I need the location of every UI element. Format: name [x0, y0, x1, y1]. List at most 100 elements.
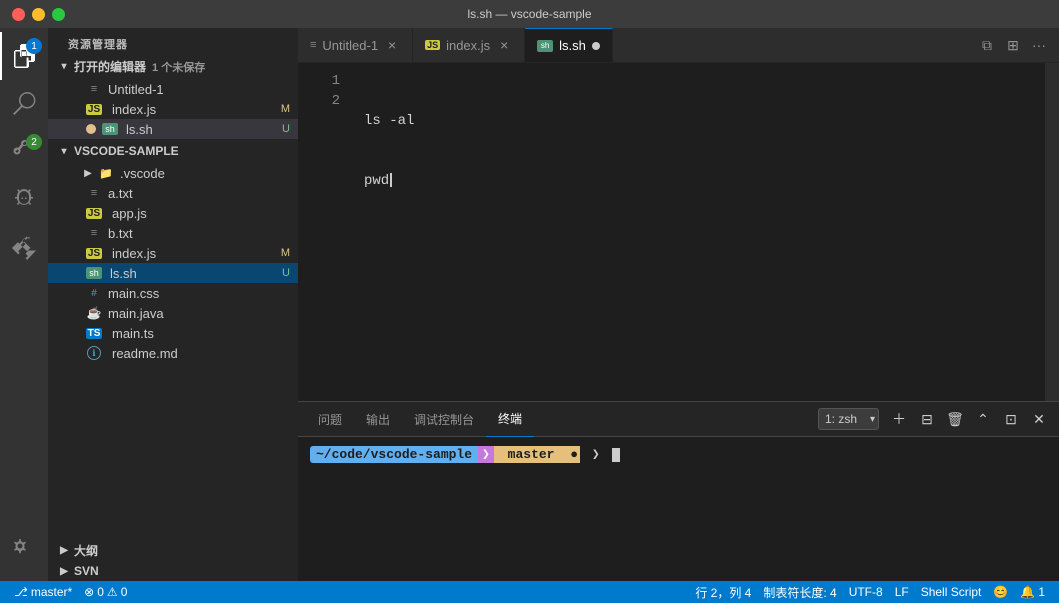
activity-bottom — [0, 525, 48, 581]
status-encoding[interactable]: UTF-8 — [843, 581, 889, 603]
open-editor-indexjs-badge: M — [281, 103, 290, 115]
prompt-git-sep: ❯ — [478, 446, 494, 463]
minimize-button[interactable] — [32, 8, 45, 21]
open-editors-header[interactable]: ▾ 打开的编辑器 1 个未保存 — [48, 56, 298, 77]
terminal-tabs: 问题 输出 调试控制台 终端 1: zsh ▾ — [298, 402, 1059, 437]
term-add-button[interactable]: ＋ — [887, 407, 911, 431]
editor-content[interactable]: 1 2 ls -al pwd — [298, 63, 1059, 401]
file-lssh[interactable]: sh ls.sh U — [48, 263, 298, 283]
split-editor-button[interactable]: ⧉ — [975, 33, 999, 57]
project-label: VSCODE-SAMPLE — [74, 144, 179, 158]
maximize-button[interactable] — [52, 8, 65, 21]
status-language[interactable]: Shell Script — [915, 581, 988, 603]
activity-settings[interactable] — [0, 525, 48, 573]
svn-header[interactable]: ▶ SVN — [48, 561, 298, 581]
tab-untitled-icon: ≡ — [310, 39, 316, 51]
term-actions: ＋ ⊟ 🗑 ⌃ ⊡ ✕ — [887, 407, 1051, 431]
titlebar: ls.sh — vscode-sample — [0, 0, 1059, 28]
open-editor-untitled-name: Untitled-1 — [108, 82, 164, 97]
status-emoji[interactable]: 😊 — [987, 581, 1014, 603]
tab-untitled-close[interactable]: × — [384, 37, 400, 53]
file-indexjs-badge: M — [281, 247, 290, 259]
btxt-icon: ≡ — [86, 225, 102, 241]
file-appjs[interactable]: JS app.js — [48, 203, 298, 223]
term-tab-debug[interactable]: 调试控制台 — [402, 402, 486, 437]
terminal-content[interactable]: ~/code/vscode-sample❯ master ● ❯ — [298, 437, 1059, 581]
status-lineending[interactable]: LF — [889, 581, 915, 603]
sidebar-bottom-groups: ▶ 大纲 ▶ SVN — [48, 540, 298, 581]
term-panel-button[interactable]: ⊡ — [999, 407, 1023, 431]
file-indexjs[interactable]: JS index.js M — [48, 243, 298, 263]
more-button[interactable]: ··· — [1027, 33, 1051, 57]
file-btxt-name: b.txt — [108, 226, 133, 241]
file-maincss-name: main.css — [108, 286, 159, 301]
tab-lssh-dirty — [592, 42, 600, 50]
open-editors-chevron: ▾ — [56, 59, 72, 75]
terminal-prompt-line: ~/code/vscode-sample❯ master ● ❯ — [310, 445, 1047, 465]
open-editor-indexjs[interactable]: JS index.js M — [48, 99, 298, 119]
activity-bar: 1 2 — [0, 28, 48, 581]
status-branch[interactable]: ⎇ master* — [8, 581, 78, 603]
tab-indexjs-label: index.js — [446, 38, 490, 53]
terminal-area: 问题 输出 调试控制台 终端 1: zsh ▾ — [298, 401, 1059, 581]
close-button[interactable] — [12, 8, 25, 21]
file-btxt[interactable]: ≡ b.txt — [48, 223, 298, 243]
project-header[interactable]: ▾ VSCODE-SAMPLE — [48, 141, 298, 161]
warning-icon: ⚠ — [107, 585, 118, 599]
file-maints[interactable]: TS main.ts — [48, 323, 298, 343]
file-vscode[interactable]: ▶ 📁 .vscode — [48, 163, 298, 183]
tab-lssh[interactable]: sh ls.sh — [525, 28, 613, 62]
project-files: ▶ 📁 .vscode ≡ a.txt JS app.js ≡ b.txt JS… — [48, 161, 298, 365]
maincss-icon: # — [86, 285, 102, 301]
file-mainjava[interactable]: ☕ main.java — [48, 303, 298, 323]
tab-untitled[interactable]: ≡ Untitled-1 × — [298, 28, 413, 62]
tab-indexjs-close[interactable]: × — [496, 37, 512, 53]
file-maints-name: main.ts — [112, 326, 154, 341]
term-tab-output-label: 输出 — [366, 411, 390, 428]
activity-extensions[interactable] — [0, 224, 48, 272]
cursor — [612, 448, 620, 462]
file-appjs-name: app.js — [112, 206, 147, 221]
status-position[interactable]: 行 2，列 4 — [689, 581, 757, 603]
layout-button[interactable]: ⊞ — [1001, 33, 1025, 57]
readmemd-icon: ℹ — [86, 345, 102, 361]
term-tab-problems[interactable]: 问题 — [306, 402, 354, 437]
open-editors-badge: 1 个未保存 — [152, 59, 205, 75]
file-atxt[interactable]: ≡ a.txt — [48, 183, 298, 203]
prompt-dot: ● — [568, 446, 580, 463]
tab-indexjs[interactable]: JS index.js × — [413, 28, 525, 62]
file-indexjs-name: index.js — [112, 246, 156, 261]
files-badge: 1 — [26, 38, 42, 54]
term-chevron-up[interactable]: ⌃ — [971, 407, 995, 431]
term-close-button[interactable]: ✕ — [1027, 407, 1051, 431]
term-trash-button[interactable]: 🗑 — [943, 407, 967, 431]
editor-area: ≡ Untitled-1 × JS index.js × sh ls.sh ⧉ … — [298, 28, 1059, 581]
status-tabsize[interactable]: 制表符长度: 4 — [757, 581, 842, 603]
sidebar: 资源管理器 ▾ 打开的编辑器 1 个未保存 ≡ Untitled-1 JS in… — [48, 28, 298, 581]
term-tab-output[interactable]: 输出 — [354, 402, 402, 437]
activity-files[interactable]: 1 — [0, 32, 48, 80]
activity-debug[interactable] — [0, 176, 48, 224]
outline-header[interactable]: ▶ 大纲 — [48, 540, 298, 561]
activity-search[interactable] — [0, 80, 48, 128]
outline-label: 大纲 — [74, 542, 98, 559]
window-title: ls.sh — vscode-sample — [467, 7, 591, 21]
term-shell-select[interactable]: 1: zsh — [818, 408, 879, 430]
lssh-dot — [86, 124, 96, 134]
tab-bar: ≡ Untitled-1 × JS index.js × sh ls.sh ⧉ … — [298, 28, 1059, 63]
status-notifications[interactable]: 🔔 1 — [1014, 581, 1051, 603]
untitled-icon: ≡ — [86, 81, 102, 97]
folder-icon: 📁 — [98, 165, 114, 181]
open-editor-untitled[interactable]: ≡ Untitled-1 — [48, 79, 298, 99]
scrollbar[interactable] — [1045, 63, 1059, 401]
code-area[interactable]: ls -al pwd — [348, 63, 1045, 401]
status-errors[interactable]: ⊗ 0 ⚠ 0 — [78, 581, 133, 603]
open-editor-lssh[interactable]: sh ls.sh U — [48, 119, 298, 139]
file-maincss[interactable]: # main.css — [48, 283, 298, 303]
term-split-button[interactable]: ⊟ — [915, 407, 939, 431]
activity-git[interactable]: 2 — [0, 128, 48, 176]
term-tab-problems-label: 问题 — [318, 411, 342, 428]
line-num-1: 1 — [298, 71, 340, 91]
file-readmemd[interactable]: ℹ readme.md — [48, 343, 298, 363]
term-tab-terminal[interactable]: 终端 — [486, 402, 534, 437]
